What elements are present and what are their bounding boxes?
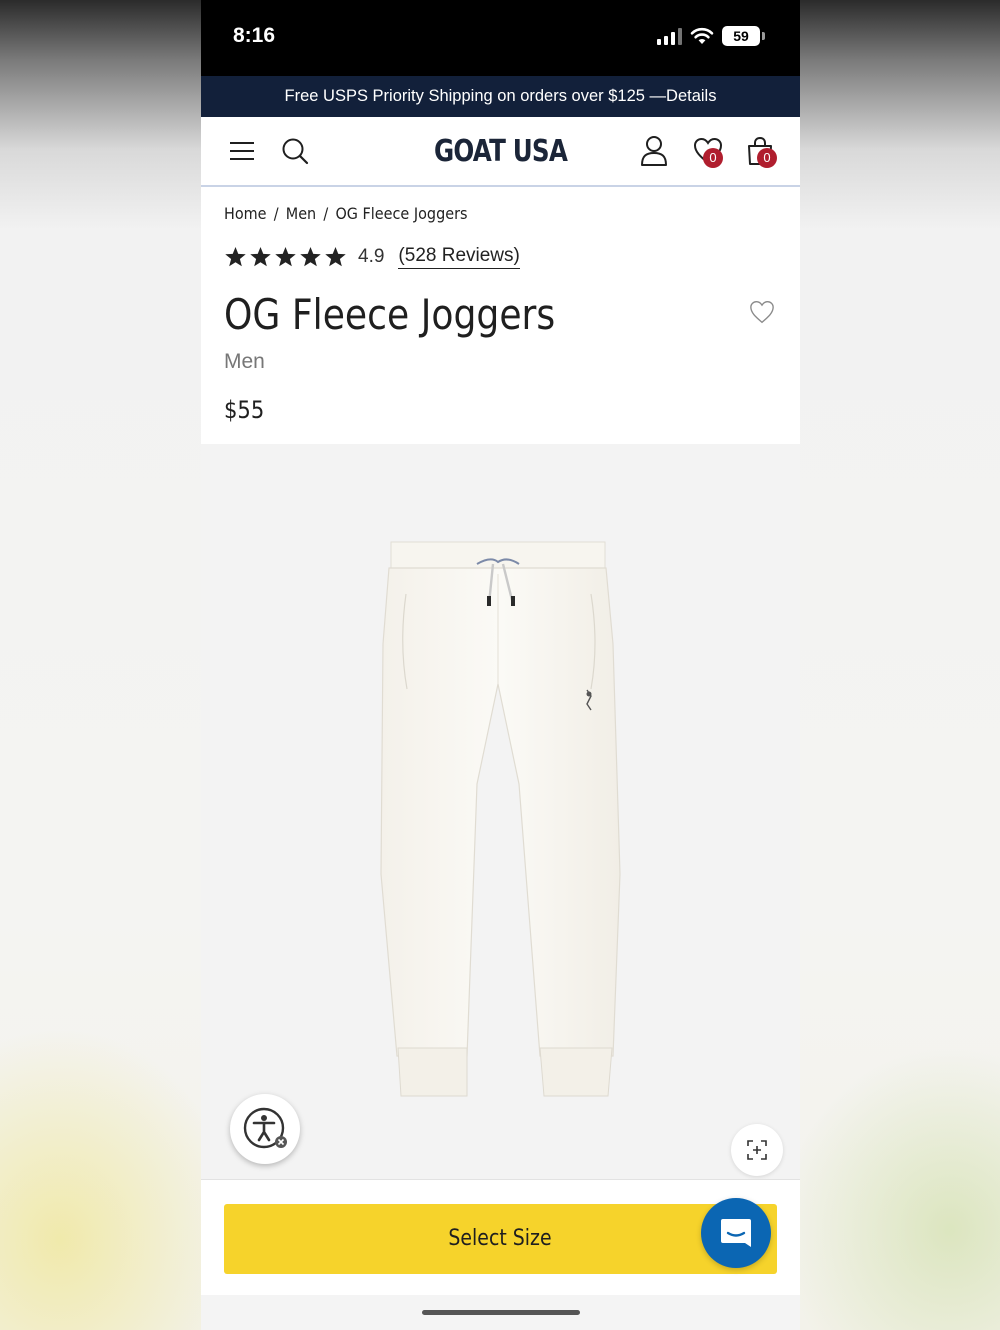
zoom-button[interactable] <box>731 1124 783 1176</box>
status-bar: 8:16 59 <box>201 0 800 76</box>
wishlist-count-badge: 0 <box>703 148 723 168</box>
breadcrumb: Home / Men / OG Fleece Joggers <box>224 204 467 223</box>
menu-icon <box>230 142 254 160</box>
star-icon <box>225 246 246 267</box>
star-icon <box>325 246 346 267</box>
battery-icon: 59 <box>722 26 765 46</box>
chat-button[interactable] <box>701 1198 771 1268</box>
account-button[interactable] <box>639 117 669 185</box>
breadcrumb-men[interactable]: Men <box>286 204 316 223</box>
promo-text: Free USPS Priority Shipping on orders ov… <box>284 87 667 105</box>
wifi-icon <box>690 27 714 44</box>
rating-stars <box>224 246 347 268</box>
cart-button[interactable]: 0 <box>745 117 777 185</box>
phone-screen: 8:16 59 Free USPS Priority Shipping on o… <box>201 0 800 1330</box>
rating-value: 4.9 <box>358 246 385 267</box>
zoom-icon <box>747 1140 767 1160</box>
status-time: 8:16 <box>233 24 276 47</box>
bottom-action-bar: Select Size <box>201 1179 800 1330</box>
star-icon <box>275 246 296 267</box>
product-category[interactable]: Men <box>224 350 265 374</box>
promo-details-link[interactable]: Details <box>666 87 716 105</box>
site-header: GOAT USA 0 0 <box>201 117 800 187</box>
star-icon <box>300 246 321 267</box>
accessibility-button[interactable] <box>230 1094 300 1164</box>
heart-outline-icon <box>750 301 774 324</box>
menu-button[interactable] <box>227 117 257 185</box>
wishlist-button[interactable]: 0 <box>691 117 725 185</box>
status-icons: 59 <box>657 26 765 46</box>
chat-icon <box>721 1219 751 1247</box>
product-rating: 4.9 (528 Reviews) <box>224 245 520 269</box>
product-image <box>380 541 621 1097</box>
account-icon <box>641 136 667 166</box>
select-size-button[interactable]: Select Size <box>224 1204 777 1274</box>
star-icon <box>250 246 271 267</box>
breadcrumb-separator: / <box>273 204 279 223</box>
breadcrumb-current: OG Fleece Joggers <box>335 204 468 223</box>
product-image-area[interactable] <box>201 444 800 1179</box>
add-to-wishlist-button[interactable] <box>749 300 775 329</box>
cart-count-badge: 0 <box>757 148 777 168</box>
search-button[interactable] <box>279 117 311 185</box>
cellular-signal-icon <box>657 27 682 45</box>
home-indicator[interactable] <box>422 1310 580 1315</box>
product-price: $55 <box>224 396 265 424</box>
reviews-link[interactable]: (528 Reviews) <box>398 245 520 269</box>
accessibility-icon <box>243 1107 287 1149</box>
site-logo[interactable]: GOAT USA <box>255 117 746 185</box>
select-size-label: Select Size <box>448 1226 553 1251</box>
product-title: OG Fleece Joggers <box>224 290 556 339</box>
breadcrumb-home[interactable]: Home <box>224 204 267 223</box>
promo-banner: Free USPS Priority Shipping on orders ov… <box>201 76 800 117</box>
search-icon <box>282 138 309 165</box>
breadcrumb-separator: / <box>323 204 329 223</box>
